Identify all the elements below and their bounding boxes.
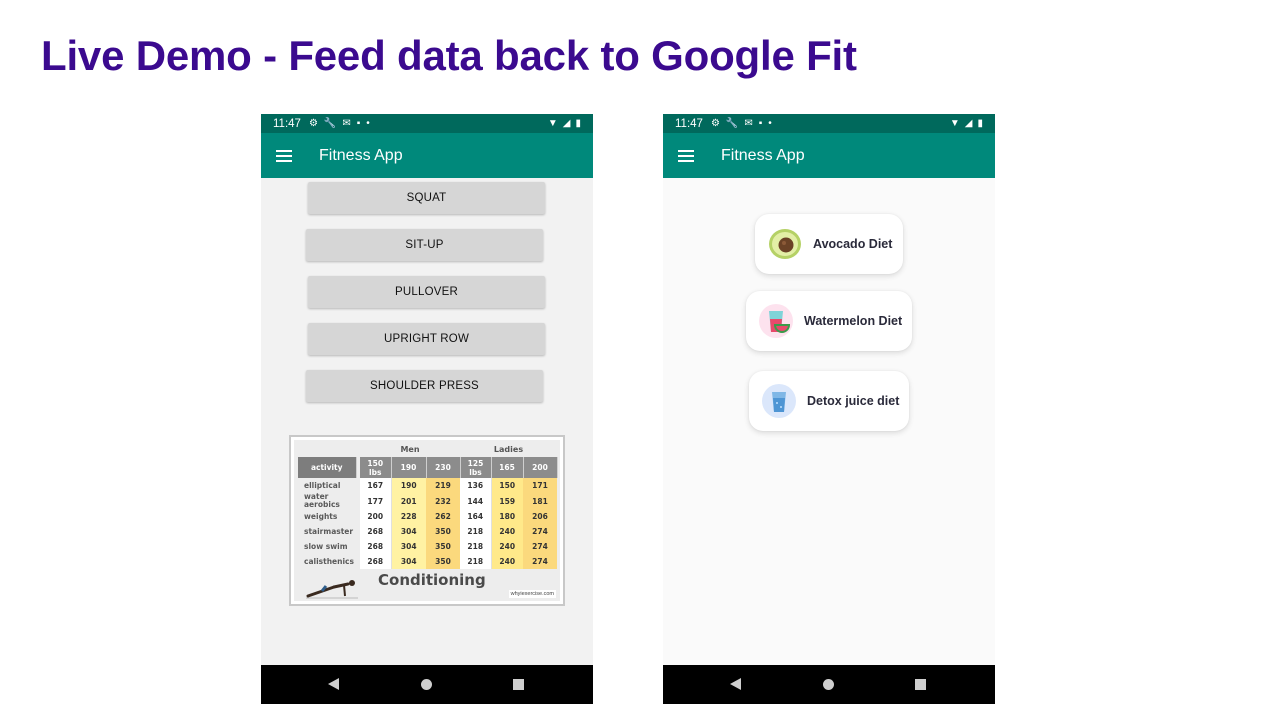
- battery-icon: ▮: [575, 118, 581, 129]
- table-row: elliptical 167 190 219 136 150 171: [298, 478, 557, 493]
- sit-up-button[interactable]: SIT-UP: [306, 229, 543, 261]
- slide-title: Live Demo - Feed data back to Google Fit: [41, 32, 857, 79]
- android-nav-bar: [663, 665, 995, 704]
- col-header: 230: [426, 457, 461, 478]
- app-bar: Fitness App: [261, 133, 593, 178]
- recents-icon[interactable]: [513, 679, 524, 690]
- recents-icon[interactable]: [915, 679, 926, 690]
- app-title: Fitness App: [319, 146, 403, 164]
- home-icon[interactable]: [823, 679, 834, 690]
- app-bar: Fitness App: [663, 133, 995, 178]
- upright-row-button[interactable]: UPRIGHT ROW: [308, 323, 545, 355]
- sd-card-icon: ▪: [758, 118, 763, 129]
- col-header: 150 lbs: [360, 457, 392, 478]
- mail-icon: ✉: [744, 118, 753, 129]
- avocado-diet-card[interactable]: Avocado Diet: [755, 214, 903, 274]
- status-bar: 11:47 ⚙ 🔧 ✉ ▪ • ▼ ◢ ▮: [261, 114, 593, 133]
- detox-juice-icon: [762, 384, 796, 418]
- phone-diets-screen: 11:47 ⚙ 🔧 ✉ ▪ • ▼ ◢ ▮ Fitness App Avocad…: [663, 114, 995, 704]
- app-title: Fitness App: [721, 146, 805, 164]
- conditioning-chart-image: Men Ladies activity 150 lbs 190 230 125 …: [289, 435, 565, 606]
- watermelon-icon: [759, 304, 793, 338]
- group-men-label: Men: [400, 445, 420, 454]
- back-icon[interactable]: [730, 678, 741, 690]
- android-nav-bar: [261, 665, 593, 704]
- dot-icon: •: [768, 118, 772, 129]
- wifi-icon: ▼: [547, 118, 558, 129]
- group-ladies-label: Ladies: [493, 445, 524, 454]
- col-header: 200: [523, 457, 558, 478]
- status-time: 11:47: [273, 117, 301, 130]
- wrench-icon: 🔧: [725, 118, 739, 129]
- phone-exercises-screen: 11:47 ⚙ 🔧 ✉ ▪ • ▼ ◢ ▮ Fitness App SQUAT …: [261, 114, 593, 704]
- sd-card-icon: ▪: [356, 118, 361, 129]
- conditioning-table: Men Ladies activity 150 lbs 190 230 125 …: [298, 442, 558, 569]
- dot-icon: •: [366, 118, 370, 129]
- chart-credit: whyiexercise.com: [508, 590, 556, 598]
- conditioning-title: Conditioning: [378, 571, 486, 589]
- diet-label: Watermelon Diet: [804, 314, 903, 328]
- home-icon[interactable]: [421, 679, 432, 690]
- activity-header: activity: [298, 457, 357, 478]
- pullover-button[interactable]: PULLOVER: [308, 276, 545, 308]
- status-bar: 11:47 ⚙ 🔧 ✉ ▪ • ▼ ◢ ▮: [663, 114, 995, 133]
- wrench-icon: 🔧: [323, 118, 337, 129]
- hamburger-menu-icon[interactable]: [276, 149, 292, 162]
- table-row: stairmaster 268 304 350 218 240 274: [298, 524, 557, 539]
- col-header: 125 lbs: [460, 457, 492, 478]
- diet-label: Avocado Diet: [813, 237, 893, 251]
- hamburger-menu-icon[interactable]: [678, 149, 694, 162]
- detox-juice-diet-card[interactable]: Detox juice diet: [749, 371, 909, 431]
- wifi-icon: ▼: [949, 118, 960, 129]
- col-header: 165: [491, 457, 524, 478]
- diet-label: Detox juice diet: [807, 394, 900, 408]
- status-time: 11:47: [675, 117, 703, 130]
- squat-button[interactable]: SQUAT: [308, 182, 545, 214]
- table-row: water aerobics 177 201 232 144 159 181: [298, 493, 557, 509]
- shoulder-press-button[interactable]: SHOULDER PRESS: [306, 370, 543, 402]
- table-row: slow swim 268 304 350 218 240 274: [298, 539, 557, 554]
- back-icon[interactable]: [328, 678, 339, 690]
- mail-icon: ✉: [342, 118, 351, 129]
- pushup-figure-icon: [306, 580, 358, 599]
- avocado-icon: [769, 229, 801, 259]
- battery-icon: ▮: [977, 118, 983, 129]
- signal-icon: ◢: [562, 118, 571, 129]
- signal-icon: ◢: [964, 118, 973, 129]
- table-row: calisthenics 268 304 350 218 240 274: [298, 554, 557, 569]
- table-row: weights 200 228 262 164 180 206: [298, 509, 557, 524]
- watermelon-diet-card[interactable]: Watermelon Diet: [746, 291, 912, 351]
- col-header: 190: [391, 457, 427, 478]
- settings-gear-icon: ⚙: [710, 118, 720, 129]
- settings-gear-icon: ⚙: [308, 118, 318, 129]
